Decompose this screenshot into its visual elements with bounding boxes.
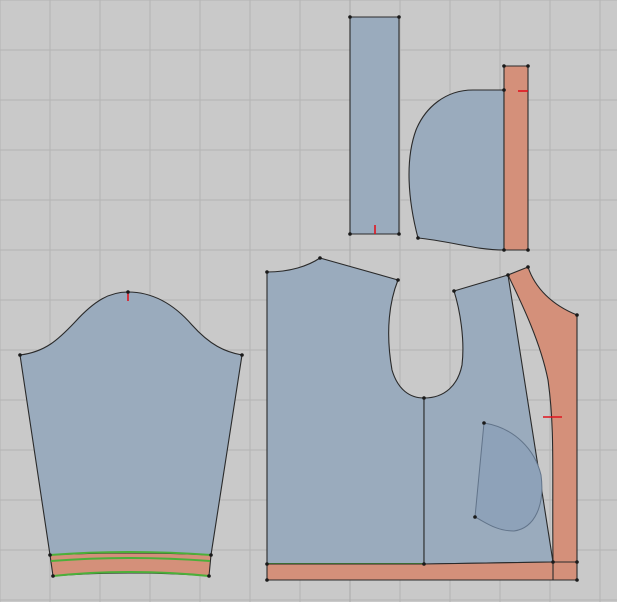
vertex-point[interactable]: [348, 15, 352, 19]
vertex-point[interactable]: [575, 560, 579, 564]
vertex-point[interactable]: [51, 574, 55, 578]
vertex-point[interactable]: [502, 88, 506, 92]
vertex-point[interactable]: [482, 421, 486, 425]
vertex-point[interactable]: [240, 353, 244, 357]
vertex-point[interactable]: [265, 270, 269, 274]
vertex-point[interactable]: [348, 232, 352, 236]
vertex-point[interactable]: [526, 248, 530, 252]
hem-band[interactable]: [266, 561, 578, 581]
collar-band-panel[interactable]: [349, 16, 400, 235]
pattern-canvas[interactable]: [0, 0, 617, 602]
hood-facing[interactable]: [503, 65, 529, 251]
vertex-point[interactable]: [452, 289, 456, 293]
vertex-point[interactable]: [397, 232, 401, 236]
vertex-point[interactable]: [318, 256, 322, 260]
vertex-point[interactable]: [473, 515, 477, 519]
vertex-point[interactable]: [265, 578, 269, 582]
vertex-point[interactable]: [416, 236, 420, 240]
collar-band-piece[interactable]: [349, 16, 400, 235]
vertex-point[interactable]: [526, 265, 530, 269]
vertex-point[interactable]: [396, 278, 400, 282]
vertex-point[interactable]: [18, 353, 22, 357]
vertex-point[interactable]: [502, 64, 506, 68]
hem-band-piece[interactable]: [266, 561, 578, 581]
vertex-point[interactable]: [397, 15, 401, 19]
vertex-point[interactable]: [422, 562, 426, 566]
vertex-point[interactable]: [422, 396, 426, 400]
vertex-point[interactable]: [526, 64, 530, 68]
vertex-point[interactable]: [126, 290, 130, 294]
vertex-point[interactable]: [207, 574, 211, 578]
vertex-point[interactable]: [209, 553, 213, 557]
vertex-point[interactable]: [551, 560, 555, 564]
vertex-point[interactable]: [265, 562, 269, 566]
vertex-point[interactable]: [502, 248, 506, 252]
vertex-point[interactable]: [48, 553, 52, 557]
vertex-point[interactable]: [506, 273, 510, 277]
vertex-point[interactable]: [575, 313, 579, 317]
vertex-point[interactable]: [575, 578, 579, 582]
